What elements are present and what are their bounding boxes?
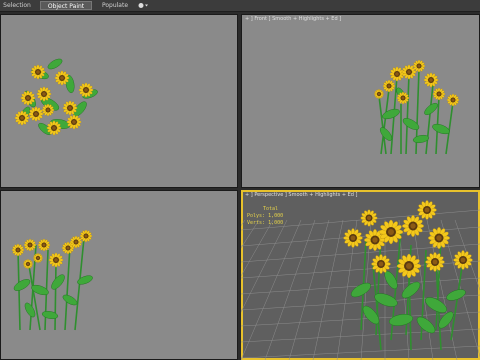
tab-populate[interactable]: Populate (100, 1, 130, 10)
tab-object-paint[interactable]: Object Paint (40, 1, 92, 10)
leaf (47, 58, 63, 70)
sunflower-head (37, 238, 51, 252)
sunflower-head (432, 87, 446, 101)
viewport-top[interactable] (0, 14, 238, 188)
sunflowers-front-view (374, 59, 460, 155)
leaf (350, 282, 372, 298)
sunflower-head (343, 228, 363, 248)
sunflower-head (425, 252, 445, 272)
sunflower-head (48, 252, 64, 268)
sunflower-head (423, 72, 439, 88)
leaf (62, 294, 78, 306)
stats-title: Total (263, 206, 279, 212)
viewport-perspective[interactable]: + ] Perspective ] Smooth + Highlights + … (241, 190, 480, 360)
stats-polys: Polys: 1,000 (247, 213, 284, 219)
leaf (379, 127, 393, 141)
stats-verts: Verts: 1,000 (247, 220, 284, 226)
tab-selection[interactable]: Selection (2, 1, 32, 10)
stem (408, 269, 412, 351)
leaf (382, 108, 400, 120)
stem (405, 73, 410, 155)
sunflower-head (79, 229, 93, 243)
stem (54, 261, 57, 331)
sunflower-head (428, 227, 450, 249)
leaf (432, 123, 450, 135)
leaf (51, 274, 65, 290)
viewport-front[interactable]: + ] Front ] Smooth + Highlights + Ed ] (241, 14, 480, 188)
dropdown-circle-icon[interactable] (136, 1, 150, 10)
sunflower-head (417, 200, 437, 220)
viewport-label[interactable]: + ] Perspective ] Smooth + Highlights + … (245, 192, 358, 198)
sunflower-head (23, 238, 37, 252)
sunflower-head (374, 89, 384, 99)
sunflower-head (396, 253, 422, 279)
sunflower-head (382, 79, 396, 93)
sunflower-head (446, 93, 460, 107)
sunflower-head (453, 250, 473, 270)
sunflower-head (23, 259, 33, 269)
statistics-overlay: Total Polys: 1,000 Verts: 1,000 (247, 206, 283, 227)
sunflower-head (360, 209, 378, 227)
sunflower-head (389, 66, 405, 82)
stem (425, 83, 434, 155)
ribbon-toolbar: Selection Object Paint Populate (0, 0, 480, 12)
sunflower-head (28, 106, 44, 122)
leaf (446, 289, 466, 301)
sunflower-head (11, 243, 25, 257)
sunflowers-top-view (14, 58, 98, 136)
stem (372, 264, 382, 351)
sunflower-head (402, 215, 424, 237)
stem (64, 244, 71, 331)
viewport-left[interactable] (0, 190, 238, 360)
leaf (13, 279, 31, 291)
sunflowers-left-view (11, 229, 93, 331)
